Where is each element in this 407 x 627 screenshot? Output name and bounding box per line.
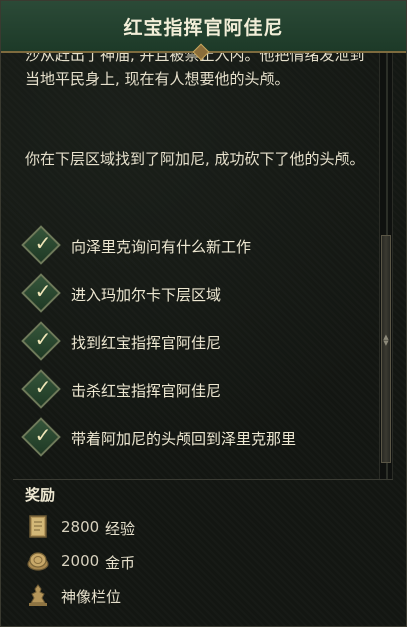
- scrollbar[interactable]: ▲ ▼: [379, 53, 393, 479]
- grip-icon: ▲ ▼: [383, 333, 389, 347]
- quest-panel: 红宝指挥官阿佳尼 沙从赶出了神庙, 并且被禁止入内。他把情绪发泄到当地平民身上,…: [0, 0, 407, 627]
- checkmark-icon: ✓: [34, 423, 52, 447]
- reward-item: 2000 金币: [23, 547, 323, 575]
- quest-title: 红宝指挥官阿佳尼: [123, 17, 284, 39]
- objective-item: ✓ 击杀红宝指挥官阿佳尼: [21, 369, 373, 409]
- tome-icon: [29, 515, 47, 538]
- objective-item: ✓ 带着阿加尼的头颅回到泽里克那里: [21, 417, 373, 457]
- checkmark-icon: ✓: [34, 327, 52, 351]
- reward-label: 经验: [105, 520, 136, 538]
- rewards-title: 奖励: [25, 486, 56, 504]
- reward-label: 金币: [105, 554, 136, 572]
- quest-scroll-area[interactable]: 沙从赶出了神庙, 并且被禁止入内。他把情绪发泄到当地平民身上, 现在有人想要他的…: [1, 53, 376, 479]
- section-divider: [13, 479, 393, 480]
- objective-item: ✓ 进入玛加尔卡下层区域: [21, 273, 373, 313]
- objective-label: 向泽里克询问有什么新工作: [71, 238, 252, 256]
- reward-label: 神像栏位: [61, 588, 122, 606]
- objective-label: 击杀红宝指挥官阿佳尼: [71, 382, 222, 400]
- objective-label: 找到红宝指挥官阿佳尼: [71, 334, 222, 352]
- coin-icon: [27, 552, 49, 571]
- quest-description: 沙从赶出了神庙, 并且被禁止入内。他把情绪发泄到当地平民身上, 现在有人想要他的…: [25, 53, 365, 88]
- quest-description: 你在下层区域找到了阿加尼, 成功砍下了他的头颅。: [25, 150, 365, 168]
- statue-icon: [29, 584, 47, 606]
- objective-label: 进入玛加尔卡下层区域: [71, 286, 222, 304]
- quest-header: 红宝指挥官阿佳尼: [1, 1, 406, 61]
- checkmark-icon: ✓: [34, 375, 52, 399]
- reward-amount: 2800: [61, 518, 100, 536]
- checkmark-icon: ✓: [34, 231, 52, 255]
- objective-item: ✓ 找到红宝指挥官阿佳尼: [21, 321, 373, 361]
- reward-item: 神像栏位: [23, 581, 323, 609]
- reward-amount: 2000: [61, 552, 100, 570]
- checkmark-icon: ✓: [34, 279, 52, 303]
- objective-label: 带着阿加尼的头颅回到泽里克那里: [71, 430, 297, 448]
- scroll-thumb[interactable]: ▲ ▼: [381, 235, 391, 463]
- reward-item: 2800 经验: [23, 513, 323, 541]
- objective-item: ✓ 向泽里克询问有什么新工作: [21, 225, 373, 265]
